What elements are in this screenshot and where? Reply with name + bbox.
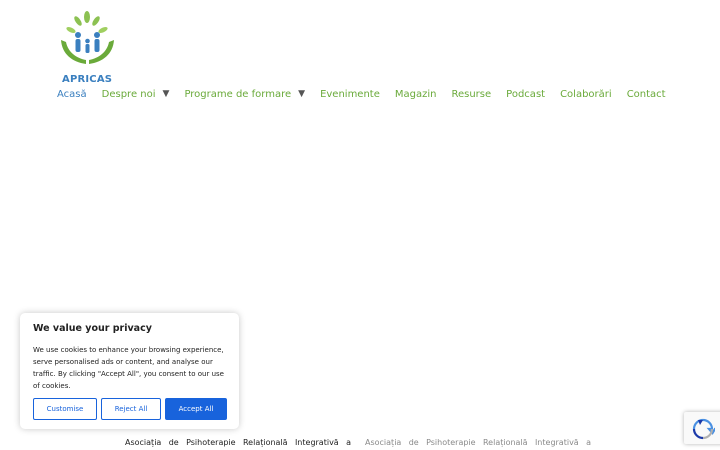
nav-item-despre-noi[interactable]: Despre noi ▼ (102, 89, 170, 100)
footer-text-right: Asociația de Psihoterapie Relațională In… (365, 438, 591, 447)
nav-item-evenimente[interactable]: Evenimente (320, 89, 380, 100)
reject-all-button[interactable]: Reject All (101, 398, 161, 420)
logo-text: APRICAS (62, 74, 113, 85)
main-navigation: Acasă Despre noi ▼ Programe de formare ▼… (57, 86, 681, 102)
nav-item-label: Podcast (506, 88, 546, 100)
footer-text-left: Asociația de Psihoterapie Relațională In… (125, 438, 351, 447)
family-hands-logo-icon (61, 11, 114, 64)
nav-item-magazin[interactable]: Magazin (395, 89, 437, 100)
nav-item-label: Colaborări (560, 88, 612, 100)
nav-item-podcast[interactable]: Podcast (506, 89, 545, 100)
nav-item-colaborari[interactable]: Colaborări (560, 89, 612, 100)
nav-item-resurse[interactable]: Resurse (451, 89, 491, 100)
nav-item-label: Acasă (57, 88, 87, 100)
recaptcha-badge[interactable] (684, 412, 720, 444)
caret-down-icon[interactable]: ▼ (163, 89, 170, 99)
cookie-banner-actions: Customise Reject All Accept All (33, 398, 227, 420)
recaptcha-icon (692, 418, 715, 440)
nav-item-label: Evenimente (320, 88, 380, 100)
site-logo[interactable]: APRICAS (58, 10, 118, 85)
nav-item-contact[interactable]: Contact (627, 89, 666, 100)
nav-item-label: Contact (626, 88, 666, 100)
nav-item-programe-de-formare[interactable]: Programe de formare ▼ (184, 89, 305, 100)
page: APRICAS Acasă Despre noi ▼ Programe de f… (0, 0, 720, 450)
nav-item-label: Despre noi (101, 88, 156, 100)
nav-item-label: Resurse (451, 88, 492, 100)
cookie-banner-title: We value your privacy (33, 323, 152, 334)
nav-item-label: Magazin (394, 88, 437, 100)
accept-all-button[interactable]: Accept All (165, 398, 227, 420)
cookie-consent-banner: We value your privacy We use cookies to … (20, 313, 239, 429)
caret-down-icon[interactable]: ▼ (298, 89, 305, 99)
cookie-banner-text: We use cookies to enhance your browsing … (33, 346, 224, 390)
nav-item-acasa[interactable]: Acasă (57, 89, 87, 100)
nav-item-label: Programe de formare (184, 88, 292, 100)
customise-button[interactable]: Customise (33, 398, 97, 420)
